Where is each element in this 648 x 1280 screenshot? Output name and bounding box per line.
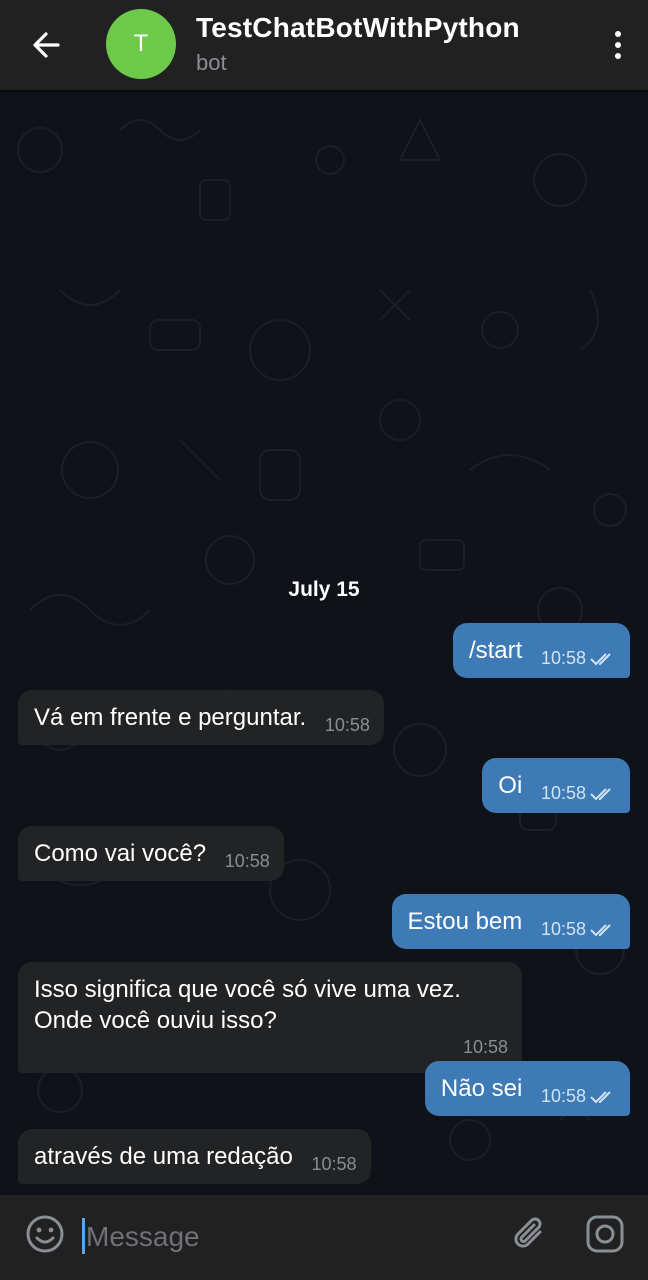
arrow-left-icon: [33, 32, 60, 58]
double-check-icon: [590, 787, 611, 800]
message-text: Vá em frente e perguntar.: [34, 704, 307, 731]
paperclip-icon: [514, 1217, 542, 1248]
message-input-bar: Message: [0, 1195, 648, 1280]
double-check-icon: [590, 652, 611, 665]
avatar-letter: T: [133, 30, 149, 57]
message-text: Estou bem: [407, 908, 523, 935]
chat-header: T TestChatBotWithPython bot: [0, 0, 648, 90]
message-time: 10:58: [540, 648, 586, 668]
message-meta: 10:58: [225, 846, 270, 877]
message-time: 10:58: [540, 1086, 586, 1106]
message-time: 10:58: [324, 715, 370, 735]
message-meta: 10:58: [541, 914, 616, 945]
date-separator: July 15: [288, 578, 360, 601]
more-vertical-icon: [615, 31, 621, 37]
message-text: Não sei: [440, 1075, 523, 1102]
more-options-button[interactable]: [606, 24, 630, 66]
back-button[interactable]: [22, 22, 70, 68]
chat-subtitle: bot: [196, 50, 227, 75]
avatar[interactable]: T: [106, 9, 176, 79]
message-outgoing[interactable]: Não sei 10:58: [424, 1061, 630, 1116]
message-meta: 10:58: [541, 1081, 616, 1112]
message-text: /start: [468, 637, 523, 664]
message-meta: 10:58: [34, 1032, 508, 1063]
message-incoming[interactable]: através de uma redação 10:58: [18, 1129, 371, 1184]
message-outgoing[interactable]: Estou bem 10:58: [391, 894, 630, 949]
attach-button[interactable]: [510, 1214, 550, 1254]
message-time: 10:58: [540, 783, 586, 803]
message-incoming[interactable]: Isso significa que você só vive uma vez.…: [18, 962, 522, 1073]
camera-icon: [586, 1215, 624, 1253]
message-text: Como vai você?: [34, 840, 207, 867]
message-meta: 10:58: [541, 778, 616, 809]
emoji-button[interactable]: [25, 1214, 65, 1254]
message-meta: 10:58: [312, 1149, 357, 1180]
message-outgoing[interactable]: Oi 10:58: [482, 758, 630, 813]
message-time: 10:58: [311, 1154, 357, 1174]
double-check-icon: [590, 923, 611, 936]
message-time: 10:58: [540, 919, 586, 939]
camera-button[interactable]: [585, 1214, 625, 1254]
message-meta: 10:58: [541, 643, 616, 674]
message-meta: 10:58: [325, 710, 370, 741]
text-cursor: [82, 1218, 85, 1254]
double-check-icon: [590, 1090, 611, 1103]
message-time: 10:58: [462, 1037, 508, 1057]
chat-title[interactable]: TestChatBotWithPython: [196, 12, 520, 44]
message-text-line: Isso significa que você só vive uma vez.: [34, 976, 461, 1003]
message-text: Oi: [498, 772, 523, 799]
message-list[interactable]: July 15 /start 10:58 Vá em frente e perg…: [0, 90, 648, 1195]
message-text: através de uma redação: [34, 1143, 293, 1170]
message-input[interactable]: Message: [86, 1221, 200, 1253]
message-time: 10:58: [224, 851, 270, 871]
message-incoming[interactable]: Vá em frente e perguntar. 10:58: [18, 690, 384, 745]
smile-icon: [26, 1215, 64, 1253]
message-incoming[interactable]: Como vai você? 10:58: [18, 826, 284, 881]
message-outgoing[interactable]: /start 10:58: [452, 623, 630, 678]
